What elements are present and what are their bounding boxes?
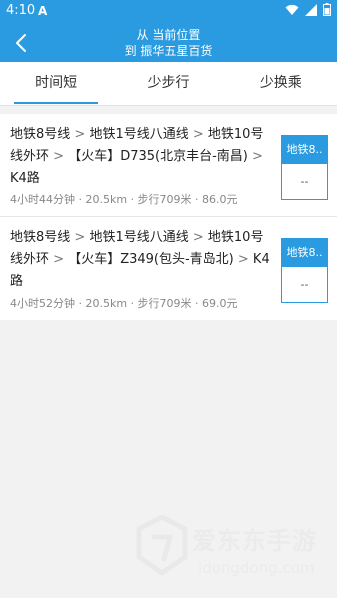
tab-bar: 时间短 少步行 少换乘 xyxy=(0,62,337,106)
route-item[interactable]: 地铁8号线 > 地铁1号线八通线 > 地铁10号线外环 > 【火车】D735(北… xyxy=(0,114,337,217)
segment-line: 地铁1号线八通线 xyxy=(89,127,189,142)
battery-icon xyxy=(323,3,331,16)
side-box-value: -- xyxy=(300,278,309,291)
route-list: 地铁8号线 > 地铁1号线八通线 > 地铁10号线外环 > 【火车】D735(北… xyxy=(0,114,337,320)
route-segments: 地铁8号线 > 地铁1号线八通线 > 地铁10号线外环 > 【火车】Z349(包… xyxy=(10,227,276,293)
route-title: 从 当前位置 到 振华五星百货 xyxy=(0,27,337,59)
route-segments: 地铁8号线 > 地铁1号线八通线 > 地铁10号线外环 > 【火车】D735(北… xyxy=(10,124,276,190)
tab-less-walking[interactable]: 少步行 xyxy=(112,62,224,105)
segment-separator: > xyxy=(188,230,208,245)
segment-separator: > xyxy=(233,252,253,267)
title-origin: 从 当前位置 xyxy=(136,28,201,42)
watermark: 爱东东手游 idongdong.com xyxy=(130,515,335,595)
status-icons xyxy=(285,3,331,16)
route-item[interactable]: 地铁8号线 > 地铁1号线八通线 > 地铁10号线外环 > 【火车】Z349(包… xyxy=(0,217,337,320)
segment-line: K4路 xyxy=(10,171,40,186)
segment-separator: > xyxy=(49,149,69,164)
segment-separator: > xyxy=(188,127,208,142)
side-box-label: 地铁8.. xyxy=(282,136,327,164)
segment-separator: > xyxy=(70,127,90,142)
side-box-label: 地铁8.. xyxy=(282,239,327,267)
route-side-box[interactable]: 地铁8.. -- xyxy=(281,238,328,303)
title-destination: 到 振华五星百货 xyxy=(124,44,213,58)
segment-line: 地铁1号线八通线 xyxy=(89,230,189,245)
notification-letter: A xyxy=(38,4,48,18)
cell-signal-icon xyxy=(305,3,317,16)
nav-bar: 从 当前位置 到 振华五星百货 xyxy=(0,24,337,62)
status-bar: 4:10 A xyxy=(0,0,337,24)
status-time: 4:10 xyxy=(6,3,36,18)
side-box-value: -- xyxy=(300,175,309,188)
segment-separator: > xyxy=(49,252,69,267)
watermark-title: 爱东东手游 xyxy=(192,527,317,555)
route-meta: 4小时44分钟 · 20.5km · 步行709米 · 86.0元 xyxy=(10,193,238,206)
segment-line: 地铁8号线 xyxy=(10,127,71,142)
watermark-subtitle: idongdong.com xyxy=(198,559,315,577)
segment-line: 【火车】D735(北京丰台-南昌) xyxy=(68,149,248,164)
tab-shortest-time[interactable]: 时间短 xyxy=(0,62,112,105)
segment-separator: > xyxy=(70,230,90,245)
segment-separator: > xyxy=(247,149,263,164)
route-meta: 4小时52分钟 · 20.5km · 步行709米 · 69.0元 xyxy=(10,297,238,310)
segment-line: 【火车】Z349(包头-青岛北) xyxy=(68,252,234,267)
segment-line: 地铁8号线 xyxy=(10,230,71,245)
watermark-logo-icon xyxy=(136,515,188,577)
route-side-box[interactable]: 地铁8.. -- xyxy=(281,135,328,200)
wifi-icon xyxy=(285,4,299,15)
tab-fewer-transfers[interactable]: 少换乘 xyxy=(225,62,337,105)
